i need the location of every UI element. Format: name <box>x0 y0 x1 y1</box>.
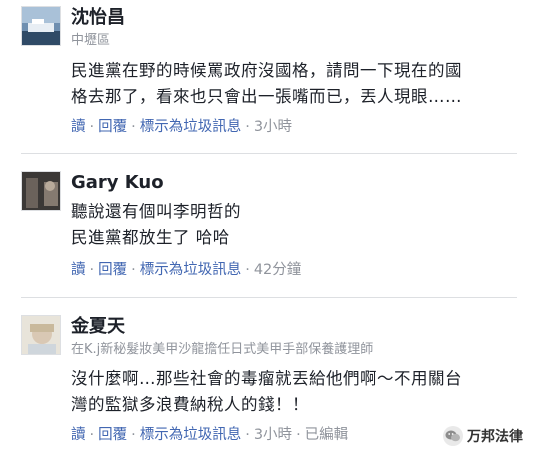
comment-timestamp[interactable]: 42分鐘 <box>254 262 301 278</box>
comment-timestamp[interactable]: 3小時 <box>254 119 292 135</box>
read-link[interactable]: 讀 <box>71 262 86 278</box>
commenter-name[interactable]: 沈怡昌 <box>71 7 125 29</box>
comment-text-line-1: 民進黨在野的時候罵政府沒國格，請問一下現在的國 <box>71 61 462 80</box>
separator-dot: · <box>296 427 301 443</box>
avatar-photo <box>22 7 60 45</box>
commenter-name[interactable]: Gary Kuo <box>71 172 164 194</box>
comment-text-line-1: 沒什麼啊…那些社會的毒瘤就丟給他們啊～不用關台 <box>71 369 462 388</box>
separator-dot: · <box>245 119 250 135</box>
divider <box>21 297 517 298</box>
read-link[interactable]: 讀 <box>71 427 86 443</box>
comment-text-line-2: 格去那了，看來也只會出一張嘴而已，丟人現眼…… <box>71 87 462 106</box>
avatar-photo <box>22 172 60 210</box>
commenter-bio: 在K.j新秘髮妝美甲沙龍擔任日式美甲手部保養護理師 <box>71 342 374 357</box>
comment-text-line-1: 聽說還有個叫李明哲的 <box>71 202 241 221</box>
separator-dot: · <box>89 262 95 278</box>
avatar-photo <box>22 316 60 354</box>
watermark-text: 万邦法律 <box>467 429 523 445</box>
comment-timestamp[interactable]: 3小時 <box>254 427 292 443</box>
avatar[interactable] <box>21 171 61 211</box>
reply-link[interactable]: 回覆 <box>98 262 127 278</box>
mark-spam-link[interactable]: 標示為垃圾訊息 <box>140 427 242 443</box>
watermark: 万邦法律 <box>443 426 523 446</box>
edited-label[interactable]: 已編輯 <box>305 427 349 443</box>
commenter-name[interactable]: 金夏天 <box>71 316 125 338</box>
separator-dot: · <box>89 119 95 135</box>
commenter-location: 中壢區 <box>71 33 111 48</box>
comment-text-line-2: 灣的監獄多浪費納稅人的錢！！ <box>71 395 309 414</box>
avatar[interactable] <box>21 315 61 355</box>
mark-spam-link[interactable]: 標示為垃圾訊息 <box>140 119 242 135</box>
separator-dot: · <box>89 427 95 443</box>
separator-dot: · <box>245 262 250 278</box>
comment-actions: 讀 · 回覆 · 標示為垃圾訊息 · 3小時 <box>71 117 292 137</box>
avatar[interactable] <box>21 6 61 46</box>
separator-dot: · <box>245 427 250 443</box>
comment-actions: 讀 · 回覆 · 標示為垃圾訊息 · 42分鐘 <box>71 260 301 280</box>
comment-actions: 讀 · 回覆 · 標示為垃圾訊息 · 3小時 · 已編輯 <box>71 425 348 445</box>
reply-link[interactable]: 回覆 <box>98 427 127 443</box>
separator-dot: · <box>131 119 136 135</box>
mark-spam-link[interactable]: 標示為垃圾訊息 <box>140 262 242 278</box>
separator-dot: · <box>131 262 136 278</box>
divider <box>21 153 517 154</box>
read-link[interactable]: 讀 <box>71 119 86 135</box>
wechat-icon <box>443 426 463 446</box>
comment-text-line-2: 民進黨都放生了 哈哈 <box>71 228 230 247</box>
reply-link[interactable]: 回覆 <box>98 119 127 135</box>
separator-dot: · <box>131 427 136 443</box>
